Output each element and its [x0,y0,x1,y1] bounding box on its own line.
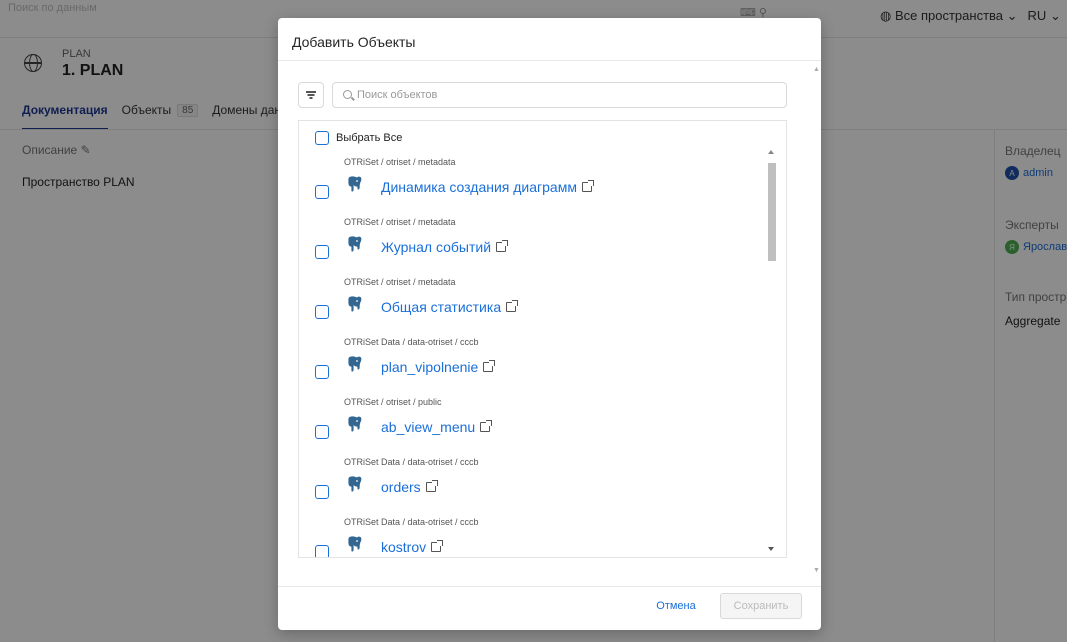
checkbox[interactable] [315,185,329,199]
list-item[interactable]: OTRiSet / otriset / metadata Журнал событ… [315,217,755,277]
object-link[interactable]: plan_vipolnenie [381,359,496,375]
object-link[interactable]: Динамика создания диаграмм [381,179,594,195]
cancel-button[interactable]: Отмена [648,594,704,618]
object-link[interactable]: ab_view_menu [381,419,493,435]
object-link[interactable]: orders [381,479,438,495]
object-link[interactable]: kostrov [381,539,444,555]
list-item[interactable]: OTRiSet Data / data-otriset / cccb plan_v… [315,337,755,397]
modal-title: Добавить Объекты [292,34,416,50]
scroll-up-icon[interactable]: ▲ [813,66,820,73]
external-link-icon[interactable] [431,540,444,552]
external-link-icon[interactable] [496,240,509,252]
checkbox[interactable] [315,305,329,319]
filter-icon [306,91,316,99]
object-path: OTRiSet Data / data-otriset / cccb [344,337,479,347]
checkbox[interactable] [315,131,329,145]
postgresql-elephant-icon [344,414,364,434]
scroll-down-icon[interactable]: ▼ [813,567,820,574]
select-all-checkbox[interactable]: Выбрать Все [315,131,402,145]
list-item[interactable]: OTRiSet Data / data-otriset / cccb orders [315,457,755,517]
object-path: OTRiSet / otriset / metadata [344,277,456,287]
filter-button[interactable] [298,82,324,108]
modal-footer-divider [278,586,821,587]
postgresql-elephant-icon [344,474,364,494]
object-path: OTRiSet Data / data-otriset / cccb [344,517,479,527]
object-link[interactable]: Журнал событий [381,239,509,255]
scroll-down-icon[interactable] [768,547,774,551]
scroll-up-icon[interactable] [768,150,774,154]
search-input[interactable] [357,86,777,104]
postgresql-elephant-icon [344,294,364,314]
postgresql-elephant-icon [344,354,364,374]
list-item[interactable]: OTRiSet Data / data-otriset / cccb kostro… [315,517,755,557]
scroll-thumb[interactable] [768,163,776,261]
external-link-icon[interactable] [480,420,493,432]
object-path: OTRiSet / otriset / metadata [344,157,456,167]
search-icon [343,90,352,99]
object-path: OTRiSet Data / data-otriset / cccb [344,457,479,467]
checkbox[interactable] [315,545,329,557]
objects-list: Выбрать Все OTRiSet / otriset / metadata… [298,120,787,558]
checkbox[interactable] [315,425,329,439]
external-link-icon[interactable] [483,360,496,372]
external-link-icon[interactable] [581,180,594,192]
checkbox[interactable] [315,365,329,379]
external-link-icon[interactable] [425,480,438,492]
external-link-icon[interactable] [506,300,519,312]
object-path: OTRiSet / otriset / metadata [344,217,456,227]
postgresql-elephant-icon [344,174,364,194]
select-all-label: Выбрать Все [336,132,403,144]
list-item[interactable]: OTRiSet / otriset / metadata Общая статис… [315,277,755,337]
list-item[interactable]: OTRiSet / otriset / public ab_view_menu [315,397,755,457]
checkbox[interactable] [315,485,329,499]
object-link[interactable]: Общая статистика [381,299,519,315]
modal-scrollbar[interactable]: ▲ ▼ [813,64,820,576]
list-scrollbar[interactable] [765,145,779,555]
checkbox[interactable] [315,245,329,259]
list-item[interactable]: OTRiSet / otriset / metadata Динамика соз… [315,157,755,217]
object-search-box[interactable] [332,82,787,108]
object-path: OTRiSet / otriset / public [344,397,442,407]
add-objects-modal: Добавить Объекты ▲ ▼ Выбрать Все OTRiSet… [278,18,821,630]
save-button[interactable]: Сохранить [720,593,802,619]
modal-divider [278,60,821,61]
postgresql-elephant-icon [344,534,364,554]
postgresql-elephant-icon [344,234,364,254]
